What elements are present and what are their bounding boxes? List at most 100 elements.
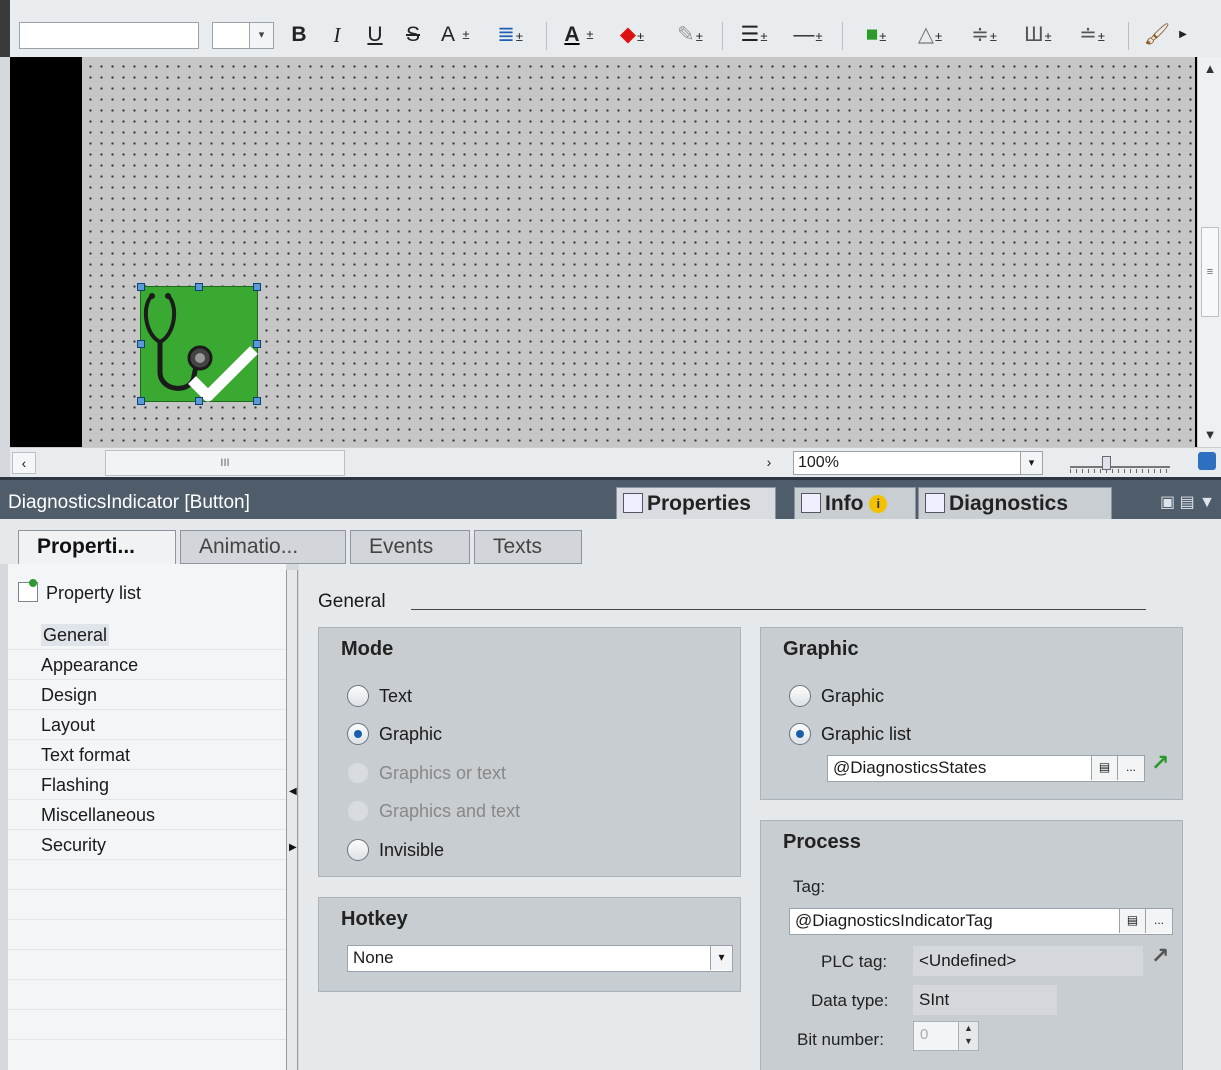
resize-handle[interactable] — [137, 397, 145, 405]
browse-button[interactable]: ... — [1117, 756, 1144, 780]
strikethrough-button[interactable]: S — [402, 20, 424, 50]
align-text-button[interactable]: ≣± — [490, 20, 530, 50]
bring-front-icon[interactable]: ■± — [856, 20, 896, 50]
radio-label: Text — [379, 686, 413, 706]
subtab-properties[interactable]: Properti... — [18, 530, 176, 565]
same-size-icon[interactable]: ≐± — [1072, 20, 1112, 50]
goto-arrow-icon[interactable]: ↗ — [1151, 943, 1169, 969]
radio-circle[interactable] — [789, 723, 811, 745]
radio-label: Invisible — [379, 840, 445, 860]
zoom-slider[interactable] — [1066, 454, 1176, 473]
zoom-slider-knob[interactable] — [1102, 456, 1111, 470]
nav-item-miscellaneous[interactable]: Miscellaneous — [8, 800, 286, 830]
nav-item-text-format[interactable]: Text format — [8, 740, 286, 770]
font-name-input[interactable] — [19, 22, 199, 49]
vertical-scrollbar[interactable]: ▲ ≡ ▼ — [1197, 57, 1221, 447]
subtab-texts[interactable]: Texts — [474, 530, 582, 564]
nav-item-appearance[interactable]: Appearance — [8, 650, 286, 680]
tab-diagnostics[interactable]: Diagnostics — [918, 487, 1112, 521]
radio-circle[interactable] — [347, 685, 369, 707]
graphic-radio-graphic[interactable]: Graphic — [789, 684, 884, 708]
text-color-button[interactable]: A — [560, 20, 584, 50]
scroll-right-icon[interactable]: › — [757, 452, 781, 474]
font-size-select[interactable]: ▾ — [212, 22, 274, 49]
nav-item-design[interactable]: Design — [8, 680, 286, 710]
hotkey-select[interactable]: None ▾ — [347, 945, 733, 972]
nav-empty-row — [8, 920, 286, 950]
line-color-icon[interactable]: ✎± — [670, 20, 710, 50]
radio-circle[interactable] — [347, 723, 369, 745]
scroll-down-icon[interactable]: ▼ — [1198, 423, 1221, 447]
format-painter-icon[interactable]: 🖌 — [1140, 20, 1174, 50]
zoom-slider-ticks — [1070, 469, 1170, 473]
plc-tag-value: <Undefined> — [913, 946, 1143, 976]
nav-item-layout[interactable]: Layout — [8, 710, 286, 740]
navigation-icon[interactable] — [1198, 452, 1216, 470]
graphic-group: Graphic Graphic Graphic list @Diagnostic… — [760, 627, 1183, 800]
chevron-down-icon[interactable]: ▾ — [1020, 452, 1042, 474]
mode-radio-text[interactable]: Text — [347, 684, 412, 708]
nav-item-security[interactable]: Security — [8, 830, 286, 860]
radio-label: Graphic list — [821, 724, 912, 744]
expand-right-icon[interactable]: ▶ — [289, 842, 297, 853]
zoom-select[interactable]: 100% ▾ — [793, 451, 1043, 475]
panel-splitter[interactable]: ◀ ▶ — [286, 570, 298, 1070]
tab-properties[interactable]: Properties — [616, 487, 776, 521]
nav-item-general[interactable]: General — [8, 620, 286, 650]
subtab-events[interactable]: Events — [350, 530, 470, 564]
diagnostics-indicator-button[interactable] — [137, 283, 261, 405]
radio-circle[interactable] — [789, 685, 811, 707]
property-list-icon — [18, 579, 38, 602]
resize-handle[interactable] — [253, 340, 261, 348]
chevron-down-icon[interactable]: ± — [584, 20, 596, 50]
toolbar-overflow-icon[interactable]: ▶ — [1176, 20, 1190, 50]
chevron-down-icon[interactable]: ▾ — [249, 23, 273, 48]
vertical-scroll-thumb[interactable]: ≡ — [1201, 227, 1219, 317]
resize-handle[interactable] — [253, 397, 261, 405]
graphic-radio-graphic-list[interactable]: Graphic list — [789, 722, 911, 746]
property-list-header[interactable]: Property list — [18, 579, 141, 604]
line-width-icon[interactable]: —± — [788, 20, 828, 50]
resize-handle[interactable] — [195, 397, 203, 405]
tag-field[interactable]: @DiagnosticsIndicatorTag ▤ ... — [789, 908, 1173, 935]
resize-handle[interactable] — [195, 283, 203, 291]
resize-handle[interactable] — [137, 340, 145, 348]
rotate-icon[interactable]: △± — [910, 20, 950, 50]
bold-button[interactable]: B — [288, 20, 310, 50]
tab-info[interactable]: Info i — [794, 487, 916, 521]
graphic-list-field[interactable]: @DiagnosticsStates ▤ ... — [827, 755, 1145, 782]
list-icon[interactable]: ▤ — [1091, 756, 1117, 780]
nav-item-flashing[interactable]: Flashing — [8, 770, 286, 800]
tag-value: @DiagnosticsIndicatorTag — [795, 911, 993, 930]
align-objects-icon[interactable]: ≑± — [964, 20, 1004, 50]
scroll-up-icon[interactable]: ▲ — [1198, 57, 1221, 81]
distribute-icon[interactable]: Ш± — [1018, 20, 1058, 50]
nav-empty-row — [8, 1010, 286, 1040]
mode-radio-graphic[interactable]: Graphic — [347, 722, 442, 746]
chevron-down-icon[interactable]: ± — [460, 20, 472, 50]
font-grow-button[interactable]: A — [436, 20, 460, 50]
format-toolbar: ▾ B I U S A ± ≣± A ± ◆± ✎± ☰± —± ■± △± ≑… — [0, 0, 1221, 57]
window-controls[interactable]: ▣ ▤ ▼ — [1160, 492, 1215, 512]
line-style-icon[interactable]: ☰± — [734, 20, 774, 50]
scroll-left-icon[interactable]: ‹ — [12, 452, 36, 474]
resize-handle[interactable] — [253, 283, 261, 291]
resize-handle[interactable] — [137, 283, 145, 291]
radio-circle[interactable] — [347, 839, 369, 861]
fill-color-icon[interactable]: ◆± — [612, 20, 652, 50]
hotkey-title: Hotkey — [341, 908, 408, 930]
chevron-down-icon[interactable]: ▾ — [710, 946, 732, 970]
italic-button[interactable]: I — [326, 20, 348, 50]
list-icon[interactable]: ▤ — [1119, 909, 1145, 933]
tab-label: Properties — [647, 492, 751, 515]
toolbar-edge — [0, 0, 10, 57]
collapse-left-icon[interactable]: ◀ — [289, 786, 297, 797]
goto-arrow-icon[interactable]: ↗ — [1151, 750, 1169, 776]
toolbar-separator — [1128, 22, 1129, 50]
horizontal-scroll-thumb[interactable]: III — [105, 450, 345, 476]
subtab-animations[interactable]: Animatio... — [180, 530, 346, 564]
underline-button[interactable]: U — [364, 20, 386, 50]
browse-button[interactable]: ... — [1145, 909, 1172, 933]
mode-radio-invisible[interactable]: Invisible — [347, 838, 444, 862]
process-group: Process Tag: @DiagnosticsIndicatorTag ▤ … — [760, 820, 1183, 1070]
